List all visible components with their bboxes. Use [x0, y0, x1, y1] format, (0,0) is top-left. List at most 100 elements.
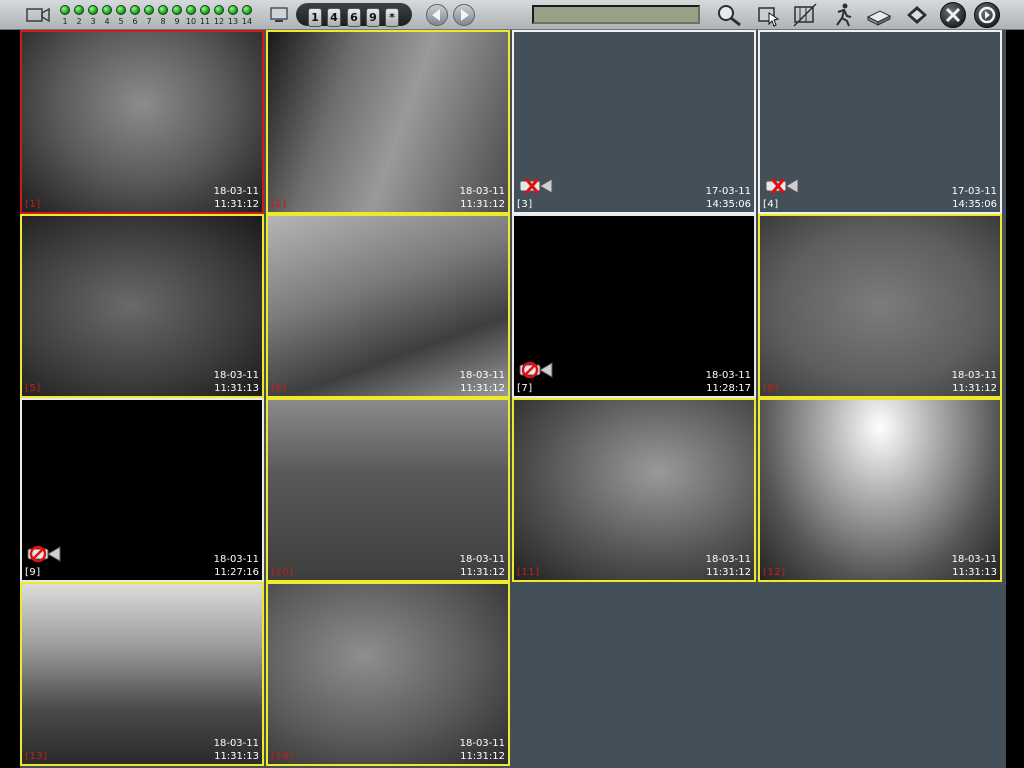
camera-cell-2[interactable]: [2] 18-03-11 11:31:12: [266, 30, 510, 214]
camera-label: [8]: [763, 383, 779, 394]
camera-feed-image: [22, 32, 262, 212]
status-display: [532, 5, 700, 24]
camera-date: 18-03-11: [459, 738, 505, 749]
camera-label: [10]: [271, 567, 294, 578]
camera-date: 17-03-11: [705, 186, 751, 197]
channel-number: 12: [213, 17, 225, 26]
channel-led-7[interactable]: [144, 5, 154, 15]
layout-custom-button[interactable]: *: [385, 8, 399, 27]
channel-led-1[interactable]: [60, 5, 70, 15]
camera-cell-9[interactable]: [9] 18-03-11 11:27:16: [20, 398, 264, 582]
channel-led-2[interactable]: [74, 5, 84, 15]
channel-led-9[interactable]: [172, 5, 182, 15]
camera-no-signal-icon: [27, 545, 61, 563]
camera-date: 18-03-11: [213, 186, 259, 197]
channel-number: 14: [241, 17, 253, 26]
layout-6-button[interactable]: 6: [347, 8, 361, 27]
camera-label: [6]: [271, 383, 287, 394]
layout-4-button[interactable]: 4: [327, 8, 341, 27]
channel-number: 10: [185, 17, 197, 26]
camera-time: 11:31:13: [214, 383, 259, 394]
channel-number: 8: [160, 17, 166, 26]
camera-time: 14:35:06: [952, 199, 997, 210]
camera-feed-image: [268, 400, 508, 580]
channel-led-10[interactable]: [186, 5, 196, 15]
camera-label: [9]: [25, 567, 41, 578]
channel-led-3[interactable]: [88, 5, 98, 15]
channel-number: 1: [62, 17, 68, 26]
camera-label: [7]: [517, 383, 533, 394]
exit-button[interactable]: [974, 2, 1000, 28]
video-camera-icon[interactable]: [26, 7, 50, 23]
power-exit-icon: [978, 6, 996, 24]
channel-led-13[interactable]: [228, 5, 238, 15]
camera-feed-image: [268, 32, 508, 212]
camera-cell-5[interactable]: [5] 18-03-11 11:31:13: [20, 214, 264, 398]
camera-time: 11:31:12: [460, 751, 505, 762]
channel-led-8[interactable]: [158, 5, 168, 15]
channel-led-6[interactable]: [130, 5, 140, 15]
camera-time: 11:31:12: [952, 383, 997, 394]
camera-time: 11:31:12: [460, 199, 505, 210]
wrench-icon: [945, 7, 961, 23]
camera-time: 11:28:17: [706, 383, 751, 394]
camera-feed-image: [22, 216, 262, 396]
layout-9-button[interactable]: 9: [366, 8, 380, 27]
camera-label: [2]: [271, 199, 287, 210]
camera-date: 18-03-11: [213, 370, 259, 381]
channel-led-11[interactable]: [200, 5, 210, 15]
camera-cell-6[interactable]: [6] 18-03-11 11:31:12: [266, 214, 510, 398]
camera-time: 11:31:13: [952, 567, 997, 578]
channel-number: 9: [174, 17, 180, 26]
camera-time: 11:31:12: [460, 383, 505, 394]
channel-led-12[interactable]: [214, 5, 224, 15]
camera-time: 11:31:13: [214, 751, 259, 762]
camera-date: 18-03-11: [213, 554, 259, 565]
camera-cell-14[interactable]: [14] 18-03-11 11:31:12: [266, 582, 510, 766]
camera-no-signal-icon: [519, 361, 553, 379]
settings-tool-icon[interactable]: [904, 3, 930, 27]
camera-label: [13]: [25, 751, 48, 762]
channel-number: 5: [118, 17, 124, 26]
camera-feed-image: [760, 400, 1000, 580]
motion-detection-icon[interactable]: [830, 3, 856, 27]
channel-number: 4: [104, 17, 110, 26]
camera-cell-10[interactable]: [10] 18-03-11 11:31:12: [266, 398, 510, 582]
select-region-icon[interactable]: [756, 3, 782, 27]
camera-date: 18-03-11: [705, 554, 751, 565]
camera-disconnected-icon: [765, 178, 799, 194]
camera-time: 11:31:12: [706, 567, 751, 578]
camera-cell-4[interactable]: [4] 17-03-11 14:35:06: [758, 30, 1002, 214]
camera-feed-image: [760, 216, 1000, 396]
camera-label: [5]: [25, 383, 41, 394]
edit-zone-icon[interactable]: [792, 3, 818, 27]
channel-led-4[interactable]: [102, 5, 112, 15]
camera-time: 11:31:12: [214, 199, 259, 210]
tools-button[interactable]: [940, 2, 966, 28]
arrow-left-icon: [432, 9, 440, 21]
search-icon[interactable]: [716, 3, 742, 27]
camera-grid: [1] 18-03-11 11:31:12 [2] 18-03-11 11:31:12 [3…: [20, 30, 1006, 768]
main-toolbar: 1 2 3 4 5 6 7 8 9 10 11 12 13 14 1 4 6 9 *: [0, 0, 1024, 30]
channel-led-14[interactable]: [242, 5, 252, 15]
camera-label: [4]: [763, 199, 779, 210]
camera-cell-7[interactable]: [7] 18-03-11 11:28:17: [512, 214, 756, 398]
camera-label: [12]: [763, 567, 786, 578]
camera-cell-1[interactable]: [1] 18-03-11 11:31:12: [20, 30, 264, 214]
camera-date: 17-03-11: [951, 186, 997, 197]
camera-time: 11:31:12: [460, 567, 505, 578]
camera-cell-11[interactable]: [11] 18-03-11 11:31:12: [512, 398, 756, 582]
camera-cell-8[interactable]: [8] 18-03-11 11:31:12: [758, 214, 1002, 398]
camera-label: [14]: [271, 751, 294, 762]
archive-icon[interactable]: [866, 3, 892, 27]
camera-disconnected-icon: [519, 178, 553, 194]
layout-1-button[interactable]: 1: [308, 8, 322, 27]
camera-cell-12[interactable]: [12] 18-03-11 11:31:13: [758, 398, 1002, 582]
channel-led-5[interactable]: [116, 5, 126, 15]
next-page-button[interactable]: [453, 4, 475, 26]
monitor-icon[interactable]: [270, 7, 288, 23]
camera-cell-13[interactable]: [13] 18-03-11 11:31:13: [20, 582, 264, 766]
camera-feed-image: [514, 400, 754, 580]
prev-page-button[interactable]: [426, 4, 448, 26]
camera-cell-3[interactable]: [3] 17-03-11 14:35:06: [512, 30, 756, 214]
